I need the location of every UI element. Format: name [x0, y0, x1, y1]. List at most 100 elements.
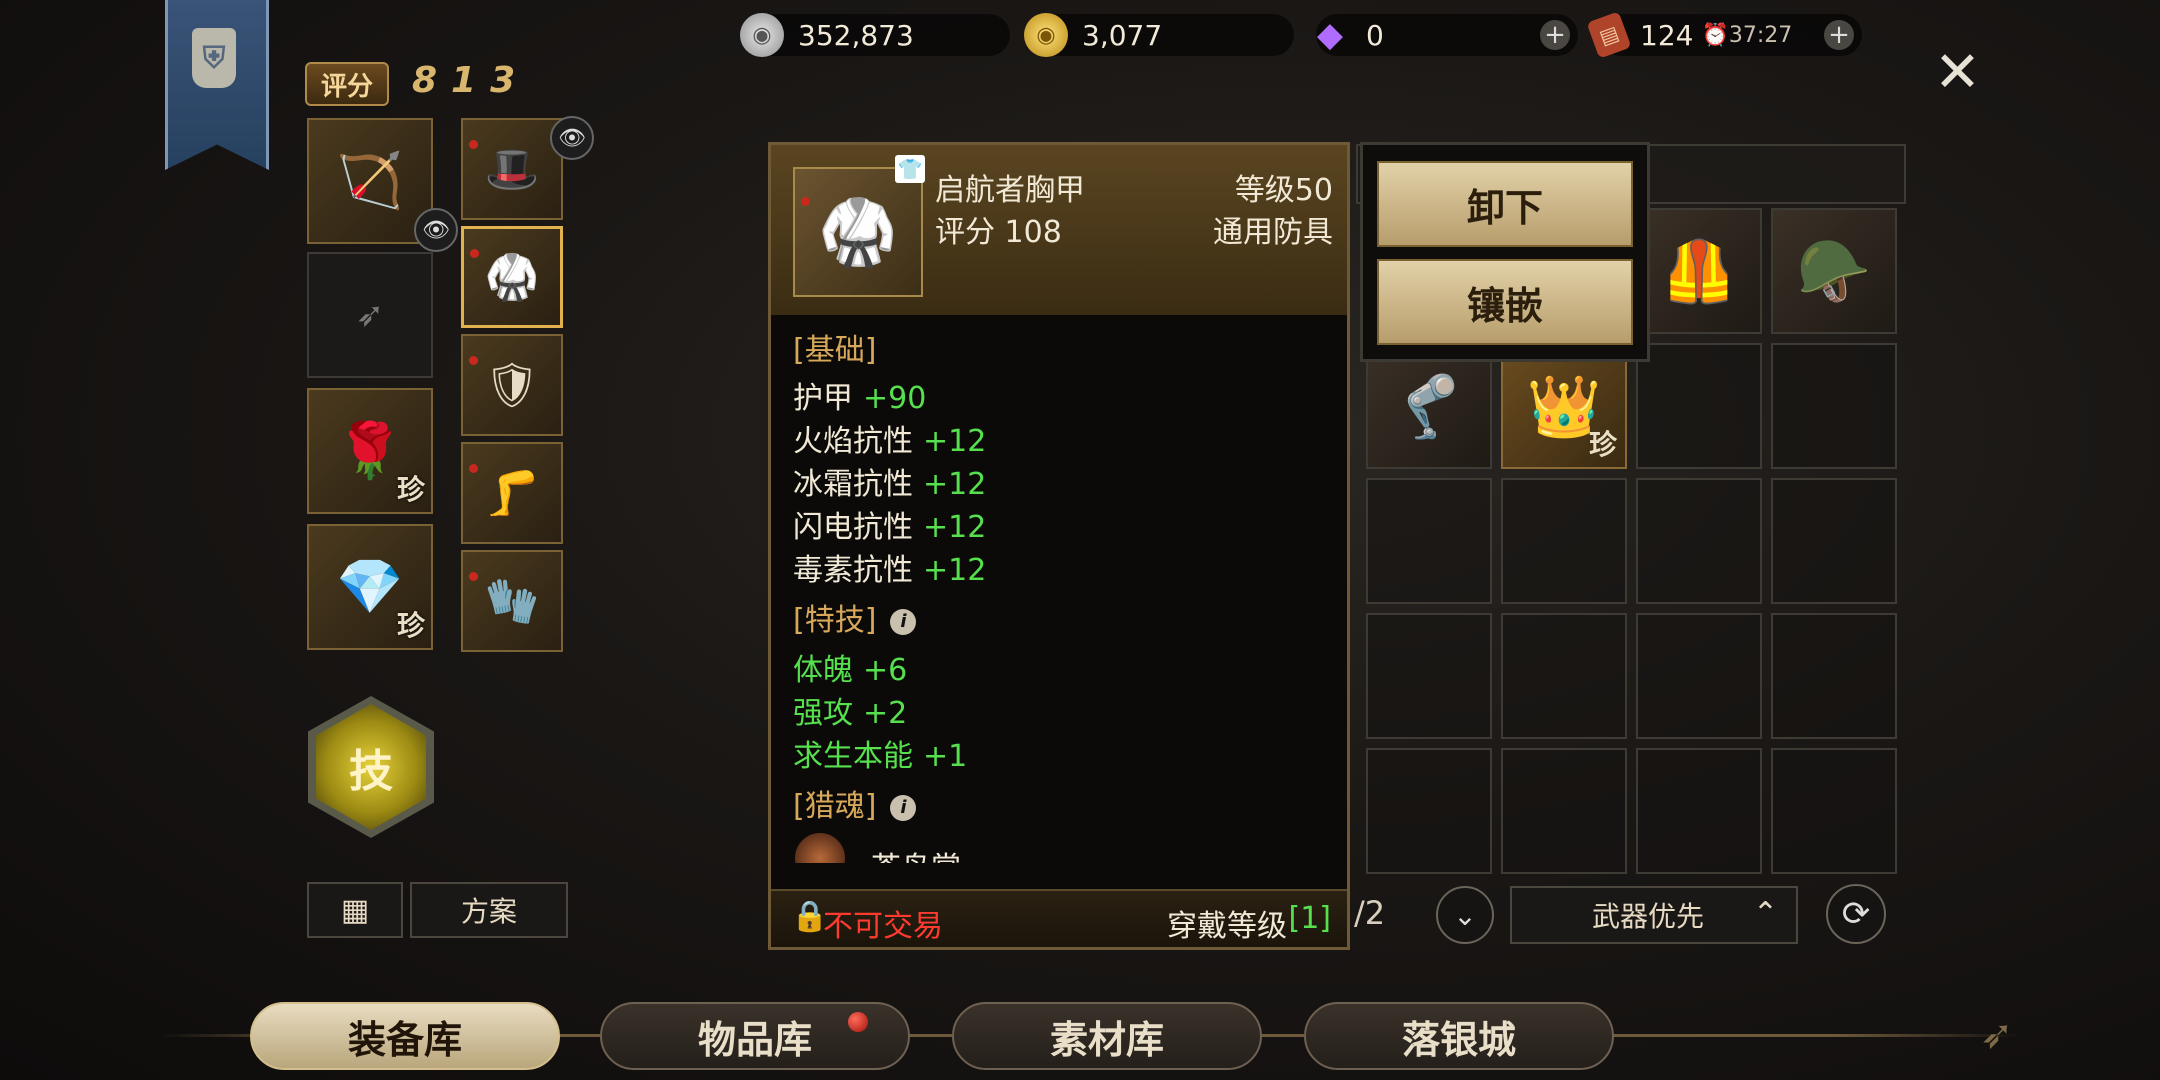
inventory-slot[interactable] [1771, 478, 1897, 604]
stat-name: 毒素抗性 [793, 553, 913, 588]
sort-dropdown[interactable]: 武器优先 ⌃ [1510, 886, 1798, 944]
shoulder-armor-icon: 🛡 [484, 359, 540, 411]
stat-value: +12 [923, 553, 987, 588]
refresh-icon[interactable]: ⟳ [1826, 884, 1886, 944]
bracelet-slot[interactable]: 🌹 珍 [307, 388, 433, 514]
unequip-button[interactable]: 卸下 [1377, 161, 1633, 247]
close-icon[interactable]: ✕ [1934, 40, 1981, 105]
inventory-slot[interactable] [1636, 478, 1762, 604]
stat-row: 护甲 +90 [793, 373, 926, 417]
stamina-currency: ▤ 124 ⏰ 37:27 + [1586, 11, 1862, 59]
inventory-slot[interactable] [1366, 478, 1492, 604]
add-diamond-button[interactable]: + [1540, 20, 1570, 50]
offhand-slot[interactable]: ➶ [307, 252, 433, 378]
soul-entry: 苍鸟掌 [795, 833, 1295, 863]
stat-value: +12 [923, 510, 987, 545]
stat-name: 火焰抗性 [793, 424, 913, 459]
legs-slot[interactable]: 🦵 [461, 442, 563, 544]
diamond-icon: ◆ [1316, 15, 1344, 55]
stat-name: 体魄 [793, 653, 853, 688]
gauntlet-icon: 🧤 [484, 575, 540, 627]
red-dot-icon [469, 464, 478, 473]
bow-icon: 🏹 [336, 148, 404, 212]
stamina-value: 124 [1640, 18, 1694, 52]
stat-value: +2 [863, 696, 908, 731]
stat-name: 求生本能 [793, 739, 913, 774]
helmet-slot[interactable]: 🎩 [461, 118, 563, 220]
score-label: 评分 [305, 62, 389, 106]
helmet-icon: 🎩 [484, 143, 540, 195]
greaves-icon: 🦵 [484, 467, 540, 519]
info-icon[interactable]: i [890, 608, 917, 635]
inventory-slot[interactable]: 🪖 [1771, 208, 1897, 334]
page-dropdown-button[interactable]: ⌄ [1436, 886, 1494, 944]
inventory-slot[interactable] [1636, 748, 1762, 874]
inventory-slot[interactable] [1501, 478, 1627, 604]
eye-toggle-icon[interactable]: 👁 [550, 116, 594, 160]
grid-icon: ▦ [340, 892, 370, 928]
score-value: 813 [412, 60, 530, 101]
tooltip-footer: 🔒 不可交易 穿戴等级 [1] [771, 889, 1347, 947]
stat-row: 强攻 +2 [793, 688, 907, 732]
stat-name: 闪电抗性 [793, 510, 913, 545]
gold-currency: ◉ 3,077 [1024, 13, 1294, 57]
amulet-slot[interactable]: 💎 珍 [307, 524, 433, 650]
item-type: 通用防具 [1213, 215, 1333, 250]
basic-section-title: [基础] [793, 333, 877, 368]
rare-mark: 珍 [396, 473, 425, 506]
stat-row: 求生本能 +1 [793, 731, 967, 775]
chevron-down-icon: ⌄ [1453, 898, 1477, 932]
silver-currency: ◉ 352,873 [740, 13, 1010, 57]
inventory-slot[interactable] [1501, 748, 1627, 874]
inventory-slot[interactable] [1771, 748, 1897, 874]
scheme-button[interactable]: 方案 [410, 882, 568, 938]
tooltip-item-icon: 🥋 [793, 167, 923, 297]
tab-items-label: 物品库 [697, 1016, 812, 1062]
tab-materials[interactable]: 素材库 [952, 1002, 1262, 1070]
tooltip-header: 🥋 👕 启航者胸甲 等级50 评分 108 通用防具 [771, 145, 1347, 315]
diamond-currency: ◆ 0 + [1316, 14, 1578, 56]
arrow-ornament-icon: ➶ [1980, 1012, 2014, 1058]
chevron-up-icon: ⌃ [1752, 896, 1778, 931]
soul-section-title: [猎魂] i [793, 781, 917, 825]
inventory-slot[interactable] [1636, 343, 1762, 469]
stat-value: +12 [923, 424, 987, 459]
stat-value: +90 [863, 381, 927, 416]
gloves-slot[interactable]: 🧤 [461, 550, 563, 652]
stat-value: +6 [863, 653, 908, 688]
eye-toggle-icon[interactable]: 👁 [414, 208, 458, 252]
silver-coin-icon: ◉ [740, 13, 784, 57]
chest-armor-icon: 🥋 [818, 195, 898, 270]
chest-armor-icon: 🥋 [484, 251, 540, 303]
red-dot-icon [801, 197, 810, 206]
stat-row: 闪电抗性 +12 [793, 502, 986, 546]
special-section-title: [特技] i [793, 595, 917, 639]
gold-coin-icon: ◉ [1024, 13, 1068, 57]
chest-slot[interactable]: 🥋 [461, 226, 563, 328]
inventory-slot[interactable] [1366, 748, 1492, 874]
shoulder-slot[interactable]: 🛡 [461, 334, 563, 436]
sort-label: 武器优先 [1592, 900, 1705, 933]
item-level: 等级50 [1234, 173, 1333, 208]
tab-items[interactable]: 物品库 [600, 1002, 910, 1070]
add-stamina-button[interactable]: + [1824, 20, 1854, 50]
stat-row: 体魄 +6 [793, 645, 907, 689]
inlay-button[interactable]: 镶嵌 [1377, 259, 1633, 345]
tab-equipment[interactable]: 装备库 [250, 1002, 560, 1070]
inventory-slot[interactable] [1771, 343, 1897, 469]
shield-emblem-icon: ⛨ [192, 28, 236, 88]
inventory-slot[interactable] [1501, 613, 1627, 739]
inventory-slot[interactable] [1771, 613, 1897, 739]
red-dot-icon [469, 356, 478, 365]
info-icon[interactable]: i [890, 794, 917, 821]
inventory-slot[interactable] [1366, 613, 1492, 739]
stat-row: 冰霜抗性 +12 [793, 459, 986, 503]
inventory-slot[interactable]: 🦺 [1636, 208, 1762, 334]
soul-name: 苍鸟掌 [871, 843, 961, 863]
inventory-slot[interactable] [1636, 613, 1762, 739]
tab-luoyin-city[interactable]: 落银城 [1304, 1002, 1614, 1070]
grid-view-button[interactable]: ▦ [307, 882, 403, 938]
stat-row: 火焰抗性 +12 [793, 416, 986, 460]
diamond-value: 0 [1366, 18, 1384, 52]
red-dot-icon [469, 140, 478, 149]
